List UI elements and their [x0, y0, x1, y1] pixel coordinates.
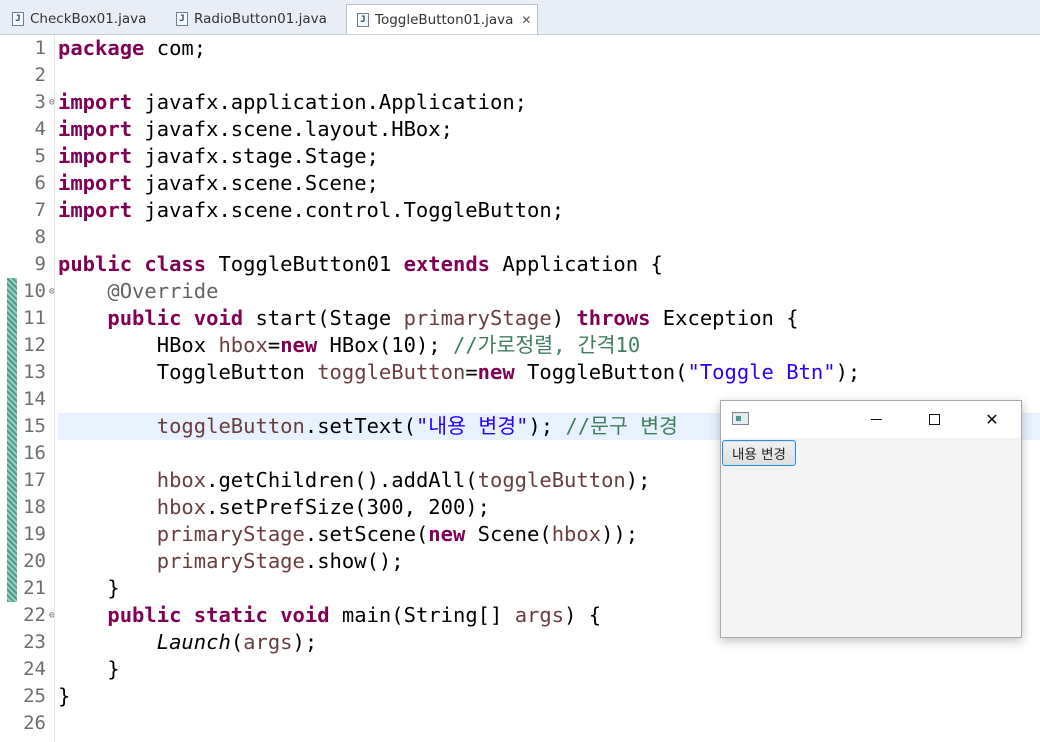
code-line-13: ToggleButton toggleButton=new ToggleButt… [156, 360, 861, 384]
line-number: 24 [23, 658, 46, 680]
javafx-app-window[interactable]: ✕ 내용 변경 [720, 400, 1022, 638]
window-title-bar[interactable]: ✕ [721, 401, 1021, 438]
code-line-5: import javafx.stage.Stage; [58, 144, 379, 168]
line-number-gutter: 1 2 3 ⊖ 4 5 6 7 8 9 10 ⊖ 11 12 13 14 15 16 17 18 19 20 21 22 ⊖ 23… [0, 35, 56, 742]
maximize-button[interactable] [905, 401, 963, 438]
line-number: 22 ⊖ [0, 602, 55, 629]
line-number: 1 [34, 37, 46, 59]
java-file-icon: J [357, 12, 369, 27]
minimize-button[interactable] [847, 401, 905, 438]
line-number: 14 [23, 388, 46, 410]
close-tab-icon[interactable]: ✕ [521, 13, 531, 27]
code-line-4: import javafx.scene.layout.HBox; [58, 117, 453, 141]
line-number: 19 [23, 523, 46, 545]
maximize-icon [928, 414, 940, 425]
code-line-7: import javafx.scene.control.ToggleButton… [58, 198, 565, 222]
line-number: 10 ⊖ [0, 278, 55, 305]
line-number: 7 [34, 199, 46, 221]
line-number: 15 [23, 415, 46, 437]
line-number: 20 [23, 550, 46, 572]
gutter-divider [54, 35, 55, 742]
toggle-button[interactable]: 내용 변경 [722, 440, 796, 466]
java-file-icon: J [12, 12, 24, 26]
java-file-icon: J [176, 12, 188, 26]
close-window-button[interactable]: ✕ [963, 401, 1021, 438]
line-number: 21 [23, 577, 46, 599]
tab-checkbox01[interactable]: J CheckBox01.java [2, 5, 152, 33]
tab-label: ToggleButton01.java [375, 11, 514, 28]
code-line-25: } [58, 684, 71, 708]
code-line-12: HBox hbox=new HBox(10); //가로정렬, 간격10 [156, 333, 641, 357]
code-line-24: } [107, 657, 120, 681]
tab-togglebutton01[interactable]: J ToggleButton01.java ✕ [346, 4, 538, 34]
line-number: 16 [23, 442, 46, 464]
line-number: 11 [23, 307, 46, 329]
line-number: 8 [34, 226, 46, 248]
tab-radiobutton01[interactable]: J RadioButton01.java [166, 5, 336, 33]
line-number: 5 [34, 145, 46, 167]
code-line-11: public void start(Stage primaryStage) th… [107, 306, 799, 330]
line-number: 26 [23, 712, 46, 734]
line-number: 9 [34, 253, 46, 275]
tab-label: RadioButton01.java [194, 11, 327, 27]
code-line-1: package com; [58, 36, 207, 60]
line-number: 3 ⊖ [0, 89, 55, 116]
line-number: 18 [23, 496, 46, 518]
line-number: 23 [23, 631, 46, 653]
line-number: 6 [34, 172, 46, 194]
line-number: 17 [23, 469, 46, 491]
code-line-3: import javafx.application.Application; [58, 90, 528, 114]
code-line-9: public class ToggleButton01 extends Appl… [58, 252, 663, 276]
line-number: 13 [23, 361, 46, 383]
code-line-6: import javafx.scene.Scene; [58, 171, 379, 195]
close-icon: ✕ [985, 410, 999, 429]
line-number: 4 [34, 118, 46, 140]
line-number: 12 [23, 334, 46, 356]
code-line-10: @Override [107, 279, 219, 303]
line-number: 25 [23, 685, 46, 707]
editor-tab-bar: J CheckBox01.java J RadioButton01.java J… [0, 0, 1040, 35]
app-window-icon [732, 412, 749, 425]
line-number: 2 [34, 64, 46, 86]
tab-label: CheckBox01.java [30, 11, 147, 27]
minimize-icon [870, 419, 882, 420]
